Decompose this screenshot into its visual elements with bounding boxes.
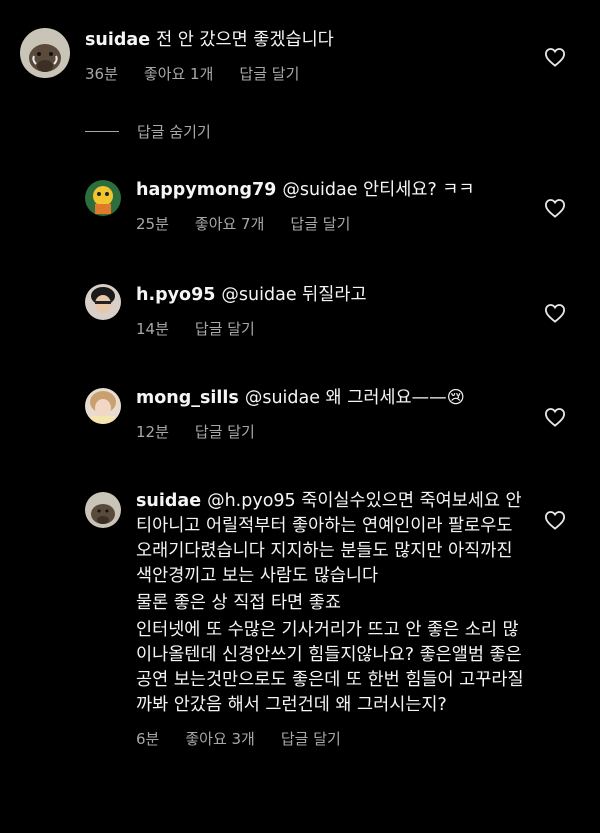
avatar-image-boar xyxy=(20,28,70,78)
reply-text: suidae @h.pyo95 죽이실수있으면 죽여보세요 안티아니고 어릴적부터… xyxy=(136,489,530,589)
reply-time: 14분 xyxy=(136,320,169,338)
reply-time: 12분 xyxy=(136,423,169,441)
comment-text: suidae 전 안 갔으면 좋겠습니다 xyxy=(85,28,530,53)
avatar-image-boar xyxy=(85,492,121,528)
avatar[interactable] xyxy=(20,28,70,78)
likes-count[interactable]: 좋아요 1개 xyxy=(144,63,214,84)
reply-paragraph: 물론 좋은 상 직접 타면 좋죠 xyxy=(136,593,341,613)
comment-meta: 36분 좋아요 1개 답글 달기 xyxy=(85,63,530,84)
reply-text: h.pyo95 @suidae 뒤질라고 xyxy=(136,283,530,308)
reply-body: h.pyo95 @suidae 뒤질라고 14분 답글 달기 xyxy=(136,283,530,339)
avatar[interactable] xyxy=(85,180,121,216)
reply-time: 25분 xyxy=(136,215,169,233)
reply-body: happymong79 @suidae 안티세요? ㅋㅋ 25분 좋아요 7개 답… xyxy=(136,178,530,234)
comment-content: 전 안 갔으면 좋겠습니다 xyxy=(156,30,334,50)
avatar[interactable] xyxy=(85,388,121,424)
reply-content: @suidae 뒤질라고 xyxy=(221,285,367,305)
reply-button[interactable]: 답글 달기 xyxy=(281,728,341,749)
reply-button[interactable]: 답글 달기 xyxy=(290,213,350,234)
reply-username[interactable]: mong_sills xyxy=(136,388,239,408)
reply-username[interactable]: suidae xyxy=(136,491,201,511)
reply-meta: 6분 좋아요 3개 답글 달기 xyxy=(136,728,530,749)
heart-icon[interactable] xyxy=(544,198,566,218)
reply-body: suidae @h.pyo95 죽이실수있으면 죽여보세요 안티아니고 어릴적부터… xyxy=(136,489,530,749)
reply-button[interactable]: 답글 달기 xyxy=(195,318,255,339)
reply-meta: 14분 답글 달기 xyxy=(136,318,530,339)
reply-paragraph: 인터넷에 또 수많은 기사거리가 뜨고 안 좋은 소리 많이나올텐데 신경안쓰기… xyxy=(136,620,524,715)
reply-button[interactable]: 답글 달기 xyxy=(195,421,255,442)
reply-content: @suidae 안티세요? ㅋㅋ xyxy=(282,180,475,200)
avatar-image-person xyxy=(85,284,121,320)
reply-button[interactable]: 답글 달기 xyxy=(239,63,299,84)
reply-meta: 12분 답글 달기 xyxy=(136,421,530,442)
heart-icon[interactable] xyxy=(544,510,566,530)
likes-count[interactable]: 좋아요 7개 xyxy=(195,213,265,234)
heart-icon[interactable] xyxy=(544,47,566,67)
avatar-image-person xyxy=(85,388,121,424)
reply-text: mong_sills @suidae 왜 그러세요——😢 xyxy=(136,386,530,411)
reply-text: happymong79 @suidae 안티세요? ㅋㅋ xyxy=(136,178,530,203)
comment-username[interactable]: suidae xyxy=(85,30,150,50)
heart-icon[interactable] xyxy=(544,407,566,427)
comment-time: 36분 xyxy=(85,65,118,83)
hide-replies-label: 답글 숨기기 xyxy=(137,123,211,141)
reply-body: mong_sills @suidae 왜 그러세요——😢 12분 답글 달기 xyxy=(136,386,530,442)
hide-replies-button[interactable]: 답글 숨기기 xyxy=(85,121,211,142)
avatar[interactable] xyxy=(85,492,121,528)
avatar[interactable] xyxy=(85,284,121,320)
likes-count[interactable]: 좋아요 3개 xyxy=(185,728,255,749)
reply-content: @suidae 왜 그러세요——😢 xyxy=(244,388,465,408)
reply-username[interactable]: happymong79 xyxy=(136,180,276,200)
reply-time: 6분 xyxy=(136,730,160,748)
reply-meta: 25분 좋아요 7개 답글 달기 xyxy=(136,213,530,234)
comment-body: suidae 전 안 갔으면 좋겠습니다 36분 좋아요 1개 답글 달기 xyxy=(85,28,530,84)
reply-username[interactable]: h.pyo95 xyxy=(136,285,215,305)
heart-icon[interactable] xyxy=(544,303,566,323)
divider-line xyxy=(85,131,119,132)
avatar-image-character xyxy=(85,180,121,216)
